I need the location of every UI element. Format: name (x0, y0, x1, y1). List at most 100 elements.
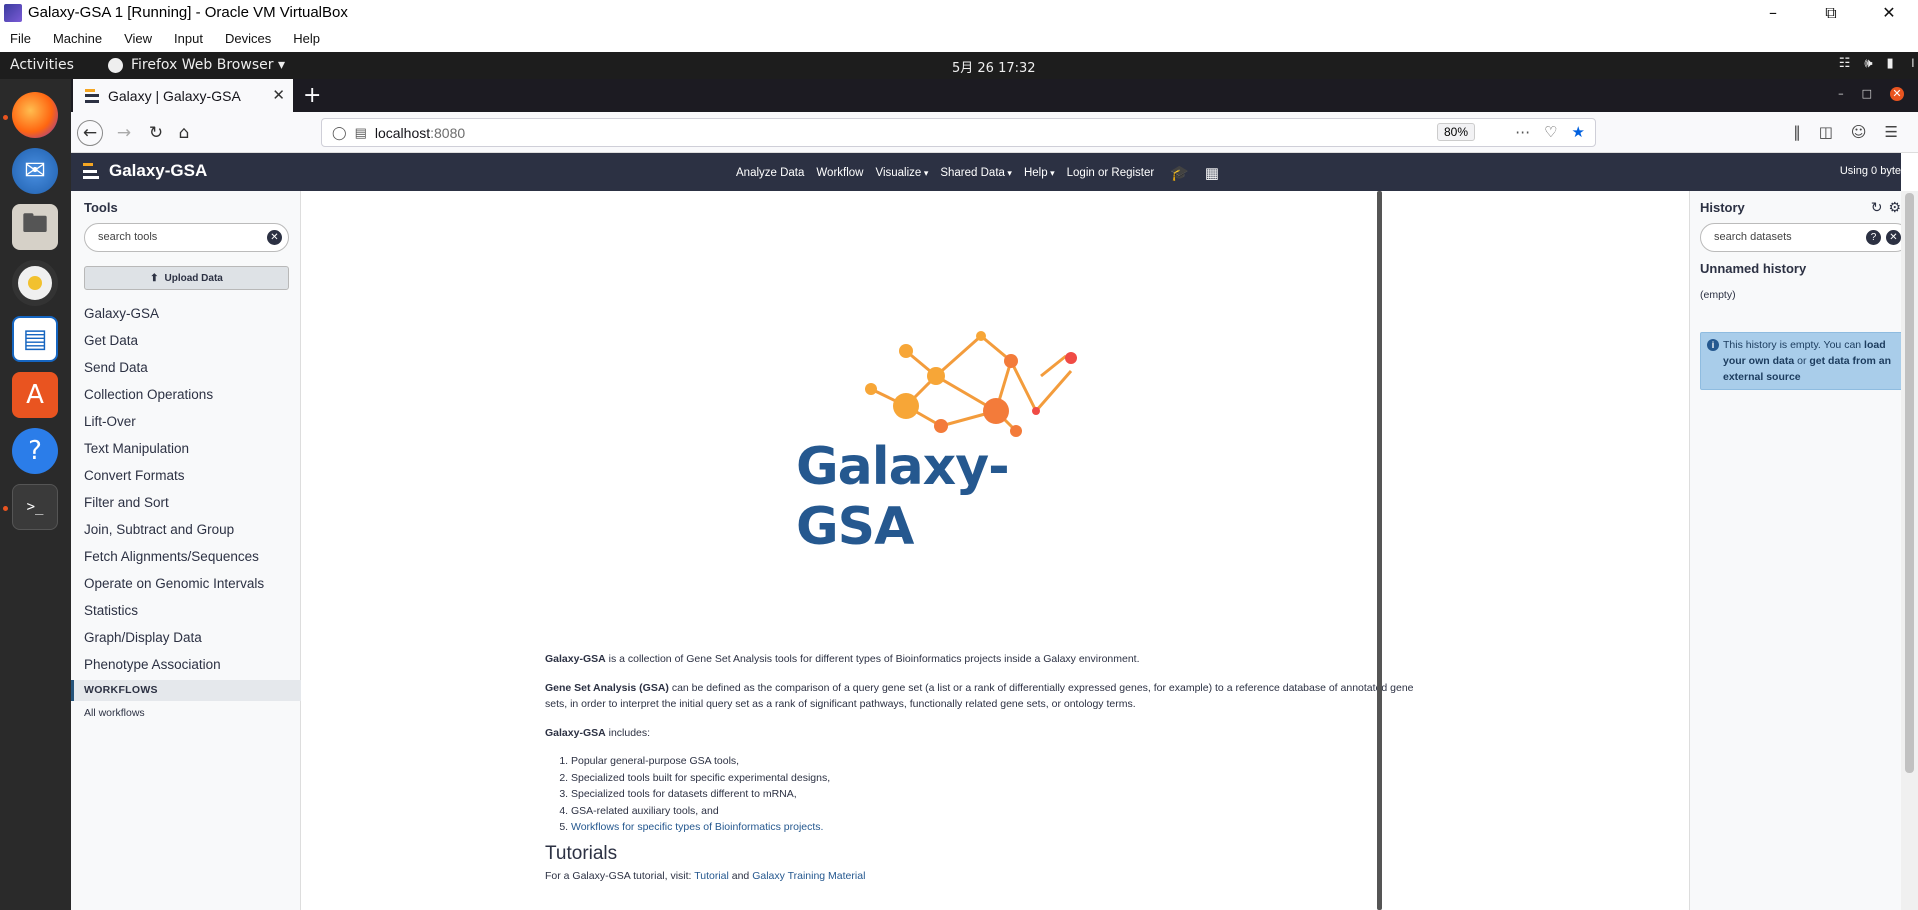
new-tab-button[interactable]: + (303, 83, 321, 108)
tool-section-fetch-alignments[interactable]: Fetch Alignments/Sequences (71, 547, 301, 574)
quota-meter[interactable]: Using 0 byte (1840, 165, 1901, 177)
bookmark-star-icon[interactable]: ★ (1572, 123, 1585, 141)
zoom-indicator[interactable]: 80% (1436, 123, 1475, 141)
system-tray[interactable]: ☷ 🕪 ▮ ⏽ (1839, 56, 1918, 71)
tool-panel: Tools search tools ✕ ⬆ Upload Data Galax… (71, 191, 301, 910)
center-scrollbar[interactable] (1377, 191, 1382, 910)
firefox-tab-bar: Galaxy | Galaxy-GSA ✕ + – □ ✕ (71, 79, 1918, 112)
home-button[interactable]: ⌂ (171, 120, 197, 146)
network-icon: ☷ (1838, 56, 1851, 71)
pocket-icon[interactable]: ♡ (1544, 123, 1557, 141)
tool-section-collection-operations[interactable]: Collection Operations (71, 385, 301, 412)
center-panel: Galaxy-GSA Galaxy-GSA is a collection of… (301, 191, 1681, 910)
tool-section-join-subtract-group[interactable]: Join, Subtract and Group (71, 520, 301, 547)
back-button[interactable]: ← (77, 120, 103, 146)
vbox-menu-help[interactable]: Help (293, 31, 320, 46)
sidebar-icon[interactable]: ◫ (1819, 123, 1833, 141)
close-button[interactable]: ✕ (1860, 0, 1918, 25)
history-size: (empty) (1700, 289, 1736, 301)
workflows-link[interactable]: Workflows for specific types of Bioinfor… (571, 821, 823, 833)
galaxy-favicon (85, 88, 99, 103)
clock[interactable]: 5月 26 17:32 (952, 57, 1036, 76)
running-indicator (3, 506, 8, 511)
ff-close-icon[interactable]: ✕ (1890, 87, 1904, 101)
tutorial-prefix: For a Galaxy-GSA tutorial, visit: (545, 870, 695, 882)
brand-title: Galaxy-GSA (109, 161, 208, 180)
tool-section-text-manipulation[interactable]: Text Manipulation (71, 439, 301, 466)
tool-section-filter-sort[interactable]: Filter and Sort (71, 493, 301, 520)
vbox-menu-input[interactable]: Input (174, 31, 203, 46)
library-icon[interactable]: ‖ (1793, 123, 1801, 141)
nav-shared-data[interactable]: Shared Data (940, 167, 1012, 179)
list-item: GSA-related auxiliary tools, and (571, 803, 1425, 820)
help-icon[interactable]: ? (12, 428, 58, 474)
tool-section-graph-display[interactable]: Graph/Display Data (71, 628, 301, 655)
activities-button[interactable]: Activities (10, 57, 74, 73)
page-actions-icon[interactable]: ⋯ (1515, 123, 1530, 141)
page-info-icon[interactable]: ▤ (355, 125, 367, 141)
reload-button[interactable]: ↻ (143, 120, 169, 146)
account-icon[interactable]: ☺ (1851, 123, 1867, 141)
all-workflows-link[interactable]: All workflows (84, 707, 145, 719)
minimize-button[interactable]: – (1744, 0, 1802, 25)
refresh-icon[interactable]: ↻ (1871, 199, 1883, 216)
workflows-header: WORKFLOWS (71, 680, 301, 701)
firefox-icon[interactable] (12, 92, 58, 138)
chevron-down-icon: ▾ (273, 57, 285, 73)
tutorial-link[interactable]: Tutorial (694, 870, 729, 882)
history-search-input[interactable]: search datasets ? ✕ (1700, 223, 1910, 252)
vbox-menubar: File Machine View Input Devices Help (0, 25, 1918, 52)
history-options-icon[interactable]: ⚙ (1888, 199, 1901, 216)
tool-section-statistics[interactable]: Statistics (71, 601, 301, 628)
tool-section-genomic-intervals[interactable]: Operate on Genomic Intervals (71, 574, 301, 601)
vbox-menu-file[interactable]: File (10, 31, 31, 46)
restore-button[interactable]: ⧉ (1802, 0, 1860, 25)
training-material-link[interactable]: Galaxy Training Material (752, 870, 865, 882)
vbox-menu-devices[interactable]: Devices (225, 31, 271, 46)
clear-history-search-icon[interactable]: ✕ (1886, 230, 1901, 245)
scrollbar-thumb[interactable] (1905, 193, 1914, 773)
tool-section-phenotype[interactable]: Phenotype Association (71, 655, 301, 682)
graduation-cap-icon[interactable]: 🎓 (1170, 164, 1189, 182)
intro-paragraph-3: Galaxy-GSA includes: (545, 725, 1425, 742)
page-scrollbar[interactable] (1901, 191, 1918, 910)
vbox-menu-view[interactable]: View (124, 31, 152, 46)
thunderbird-icon[interactable]: ✉ (12, 148, 58, 194)
vbox-menu-machine[interactable]: Machine (53, 31, 102, 46)
p3-bold: Galaxy-GSA (545, 726, 606, 739)
tool-section-convert-formats[interactable]: Convert Formats (71, 466, 301, 493)
clear-search-icon[interactable]: ✕ (267, 230, 282, 245)
software-icon[interactable]: A (12, 372, 58, 418)
ff-minimize-icon[interactable]: – (1838, 87, 1844, 101)
app-menu[interactable]: Firefox Web Browser ▾ (108, 57, 285, 73)
brand-link[interactable]: Galaxy-GSA (83, 161, 207, 181)
tool-section-galaxy-gsa[interactable]: Galaxy-GSA (71, 304, 301, 331)
nav-visualize[interactable]: Visualize (875, 167, 928, 179)
ff-maximize-icon[interactable]: □ (1862, 87, 1872, 101)
tool-search-input[interactable]: search tools ✕ (84, 223, 289, 252)
writer-icon[interactable]: ▤ (12, 316, 58, 362)
menu-icon[interactable]: ☰ (1885, 123, 1898, 141)
grid-icon[interactable]: ▦ (1205, 164, 1219, 182)
history-name[interactable]: Unnamed history (1700, 261, 1806, 276)
browser-tab[interactable]: Galaxy | Galaxy-GSA ✕ (73, 79, 293, 112)
rhythmbox-icon[interactable] (12, 260, 58, 306)
url-port: :8080 (430, 124, 466, 141)
upload-icon: ⬆ (150, 272, 159, 284)
vbox-titlebar: Galaxy-GSA 1 [Running] - Oracle VM Virtu… (0, 0, 1918, 25)
tool-section-get-data[interactable]: Get Data (71, 331, 301, 358)
search-help-icon[interactable]: ? (1866, 230, 1881, 245)
nav-login-register[interactable]: Login or Register (1067, 167, 1155, 179)
upload-data-button[interactable]: ⬆ Upload Data (84, 266, 289, 290)
tool-section-lift-over[interactable]: Lift-Over (71, 412, 301, 439)
nav-analyze-data[interactable]: Analyze Data (736, 167, 804, 179)
files-icon[interactable]: 🖿 (12, 204, 58, 250)
nav-workflow[interactable]: Workflow (816, 167, 863, 179)
url-bar[interactable]: ◯ ▤ localhost:8080 80% ⋯ ♡ ★ (321, 118, 1596, 147)
forward-button[interactable]: → (111, 120, 137, 146)
nav-help[interactable]: Help (1024, 167, 1055, 179)
tool-section-send-data[interactable]: Send Data (71, 358, 301, 385)
close-tab-icon[interactable]: ✕ (272, 86, 285, 104)
terminal-icon[interactable]: >_ (12, 484, 58, 530)
vbox-window-title: Galaxy-GSA 1 [Running] - Oracle VM Virtu… (28, 4, 348, 21)
